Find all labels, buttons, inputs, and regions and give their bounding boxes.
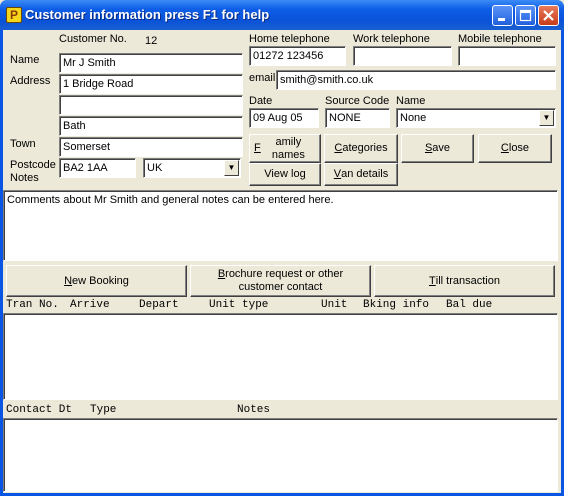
date-label: Date xyxy=(249,95,273,107)
contacts-header-type[interactable]: Type xyxy=(90,403,116,417)
name-select-label: Name xyxy=(396,95,426,107)
name-field[interactable]: Mr J Smith xyxy=(59,53,243,73)
bookings-header-depart[interactable]: Depart xyxy=(139,298,179,312)
categories-label: ategories xyxy=(342,142,388,154)
country-value: UK xyxy=(147,162,163,174)
bookings-header-bal-due[interactable]: Bal due xyxy=(446,298,492,312)
bookings-header-arrive[interactable]: Arrive xyxy=(70,298,110,312)
mobile-telephone-label: Mobile telephone xyxy=(458,33,542,45)
family-names-label: amily names xyxy=(271,135,305,161)
bookings-header-bking-info[interactable]: Bking info xyxy=(363,298,429,312)
address-line-1-field[interactable]: 1 Bridge Road xyxy=(59,74,243,94)
brochure-request-button[interactable]: Brochure request or other customer conta… xyxy=(190,265,371,297)
notes-text: Comments about Mr Smith and general note… xyxy=(7,194,334,206)
title-bar[interactable]: P Customer information press F1 for help xyxy=(0,0,564,30)
app-icon: P xyxy=(6,7,22,23)
save-label: ave xyxy=(432,142,451,154)
country-select[interactable]: UK ▼ xyxy=(143,158,241,178)
close-window-button[interactable] xyxy=(538,5,559,26)
till-transaction-mnemonic: T xyxy=(429,274,436,287)
address-label: Address xyxy=(10,75,51,87)
categories-mnemonic: C xyxy=(334,142,343,154)
customer-no-value: 12 xyxy=(142,32,242,52)
town-field[interactable]: Somerset xyxy=(59,137,243,157)
work-telephone-field[interactable] xyxy=(353,46,452,66)
close-button[interactable]: Close xyxy=(478,134,552,163)
mobile-telephone-field[interactable] xyxy=(458,46,556,66)
bookings-header-unit-type[interactable]: Unit type xyxy=(209,298,268,312)
van-details-button[interactable]: Van details xyxy=(324,163,398,186)
family-names-mnemonic: F xyxy=(254,142,261,154)
van-details-label: an details xyxy=(341,168,389,180)
customer-no-label: Customer No. xyxy=(59,33,127,45)
minimize-button[interactable] xyxy=(492,5,513,26)
view-log-mnemonic: g xyxy=(299,168,306,180)
email-label: email xyxy=(249,72,276,84)
new-booking-button[interactable]: New Booking xyxy=(6,265,187,297)
home-telephone-field[interactable]: 01272 123456 xyxy=(249,46,346,66)
town-label: Town xyxy=(10,138,36,150)
till-transaction-label: ill transaction xyxy=(435,274,500,287)
email-field[interactable]: smith@smith.co.uk xyxy=(276,70,556,90)
chevron-down-icon[interactable]: ▼ xyxy=(224,160,239,176)
name-select-value: None xyxy=(400,112,427,124)
family-names-button[interactable]: Family names xyxy=(249,134,321,163)
address-line-2-field[interactable] xyxy=(59,95,243,115)
source-code-label: Source Code xyxy=(325,95,390,107)
name-label: Name xyxy=(10,54,40,66)
close-label: lose xyxy=(508,142,530,154)
close-mnemonic: C xyxy=(500,142,509,154)
notes-label: Notes xyxy=(10,172,39,184)
maximize-icon xyxy=(519,9,532,22)
date-field[interactable]: 09 Aug 05 xyxy=(249,108,319,128)
name-select[interactable]: None ▼ xyxy=(396,108,556,128)
bookings-list[interactable] xyxy=(3,313,558,400)
view-log-button[interactable]: View lo g xyxy=(249,163,321,186)
till-transaction-button[interactable]: Till transaction xyxy=(374,265,555,297)
application-window: P Customer information press F1 for help… xyxy=(0,0,564,496)
client-area: Customer No. 12 Name Mr J Smith Address … xyxy=(3,30,561,493)
bookings-header-unit[interactable]: Unit xyxy=(321,298,347,312)
source-code-field[interactable]: NONE xyxy=(325,108,390,128)
notes-textarea[interactable]: Comments about Mr Smith and general note… xyxy=(3,190,558,261)
new-booking-mnemonic: N xyxy=(64,274,73,287)
chevron-down-icon[interactable]: ▼ xyxy=(539,110,554,126)
contacts-header-contact-dt[interactable]: Contact Dt xyxy=(6,403,72,417)
maximize-button[interactable] xyxy=(515,5,536,26)
van-details-mnemonic: V xyxy=(333,168,342,180)
window-title: Customer information press F1 for help xyxy=(25,7,270,22)
new-booking-label: ew Booking xyxy=(72,274,129,287)
home-telephone-label: Home telephone xyxy=(249,33,330,45)
bookings-header-tran-no[interactable]: Tran No. xyxy=(6,298,59,312)
minimize-icon xyxy=(498,18,505,21)
work-telephone-label: Work telephone xyxy=(353,33,430,45)
postcode-label: Postcode xyxy=(10,159,56,171)
categories-button[interactable]: Categories xyxy=(324,134,398,163)
postcode-field[interactable]: BA2 1AA xyxy=(59,158,136,178)
save-button[interactable]: Save xyxy=(401,134,474,163)
close-icon xyxy=(543,10,554,21)
save-mnemonic: S xyxy=(424,142,433,154)
address-line-3-field[interactable]: Bath xyxy=(59,116,243,136)
brochure-request-label: rochure request or other customer contac… xyxy=(225,268,344,293)
view-log-label: View lo xyxy=(264,168,300,180)
contacts-list[interactable] xyxy=(3,418,558,492)
contacts-header-notes[interactable]: Notes xyxy=(237,403,270,417)
